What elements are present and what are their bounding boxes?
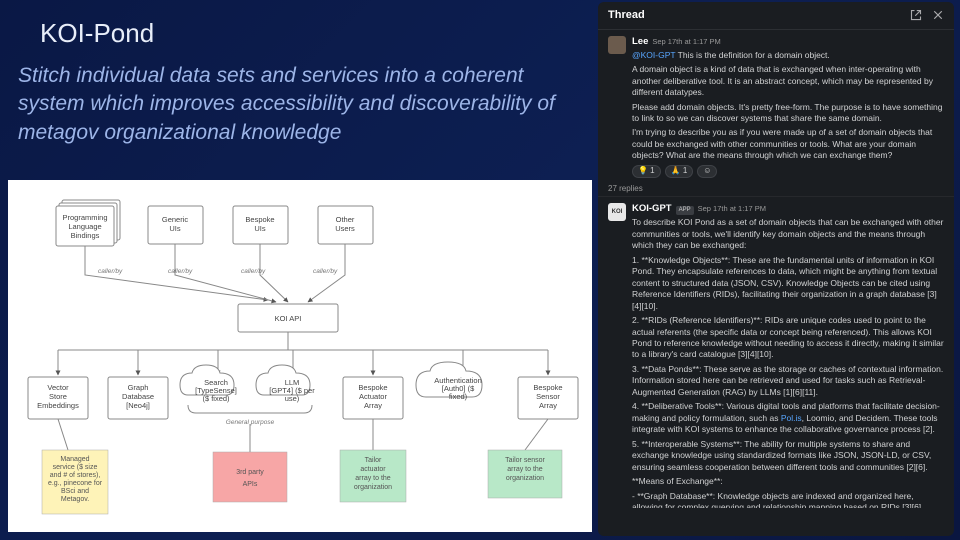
reaction-bulb[interactable]: 💡 1 (632, 165, 661, 178)
svg-text:OtherUsers: OtherUsers (335, 215, 355, 233)
message-text: **Means of Exchange**: (632, 476, 944, 487)
edge-label-1: caller/by (98, 268, 123, 275)
timestamp: Sep 17th at 1:17 PM (698, 204, 766, 214)
page-subtitle: Stitch individual data sets and services… (18, 62, 580, 147)
message-lee: Lee Sep 17th at 1:17 PM @KOI-GPT This is… (598, 30, 954, 182)
close-icon[interactable] (932, 9, 944, 21)
svg-text:caller/by: caller/by (313, 268, 338, 275)
message-text: 2. **RIDs (Reference Identifiers)**: RID… (632, 315, 944, 361)
link-polis[interactable]: Pol.is (781, 413, 802, 423)
thread-header: Thread (598, 2, 954, 30)
open-external-icon[interactable] (910, 9, 922, 21)
thread-title: Thread (608, 8, 645, 23)
reaction-pray[interactable]: 🙏 1 (665, 165, 694, 178)
message-text: Please add domain objects. It's pretty f… (632, 102, 944, 125)
svg-text:Tailor sensorarray to theorgan: Tailor sensorarray to theorganization (505, 457, 545, 482)
diagram-box-plb-l1: Programming (62, 213, 107, 222)
avatar[interactable]: KOI (608, 203, 626, 221)
message-text: A domain object is a kind of data that i… (632, 64, 944, 98)
message-text: 5. **Interoperable Systems**: The abilit… (632, 439, 944, 473)
svg-text:caller/by: caller/by (168, 268, 193, 275)
architecture-diagram: .box { fill:#fff; stroke:#888; stroke-wi… (8, 180, 592, 532)
message-text: 3. **Data Ponds**: These serve as the st… (632, 364, 944, 398)
mention[interactable]: @KOI-GPT (632, 50, 675, 60)
app-badge: APP (676, 206, 694, 214)
message-text: 4. **Deliberative Tools**: Various digit… (632, 401, 944, 435)
sender-name[interactable]: KOI-GPT (632, 203, 672, 216)
svg-text:caller/by: caller/by (241, 268, 266, 275)
timestamp: Sep 17th at 1:17 PM (652, 37, 720, 47)
thread-panel: Thread Lee Sep 17th at 1:17 PM @KOI-GPT … (598, 2, 954, 536)
add-reaction-icon[interactable]: ☺ (697, 165, 717, 178)
sender-name[interactable]: Lee (632, 36, 648, 49)
message-text: - **Graph Database**: Knowledge objects … (632, 491, 944, 508)
message-text: I'm trying to describe you as if you wer… (632, 127, 944, 161)
api-box-label: KOI API (275, 314, 302, 323)
message-text: To describe KOI Pond as a set of domain … (632, 217, 944, 251)
message-text: 1. **Knowledge Objects**: These are the … (632, 255, 944, 312)
message-koi-gpt: KOI KOI-GPT APP Sep 17th at 1:17 PM To d… (598, 197, 954, 507)
replies-count: 27 replies (598, 182, 954, 198)
page-title: KOI-Pond (40, 18, 154, 49)
avatar[interactable] (608, 36, 626, 54)
